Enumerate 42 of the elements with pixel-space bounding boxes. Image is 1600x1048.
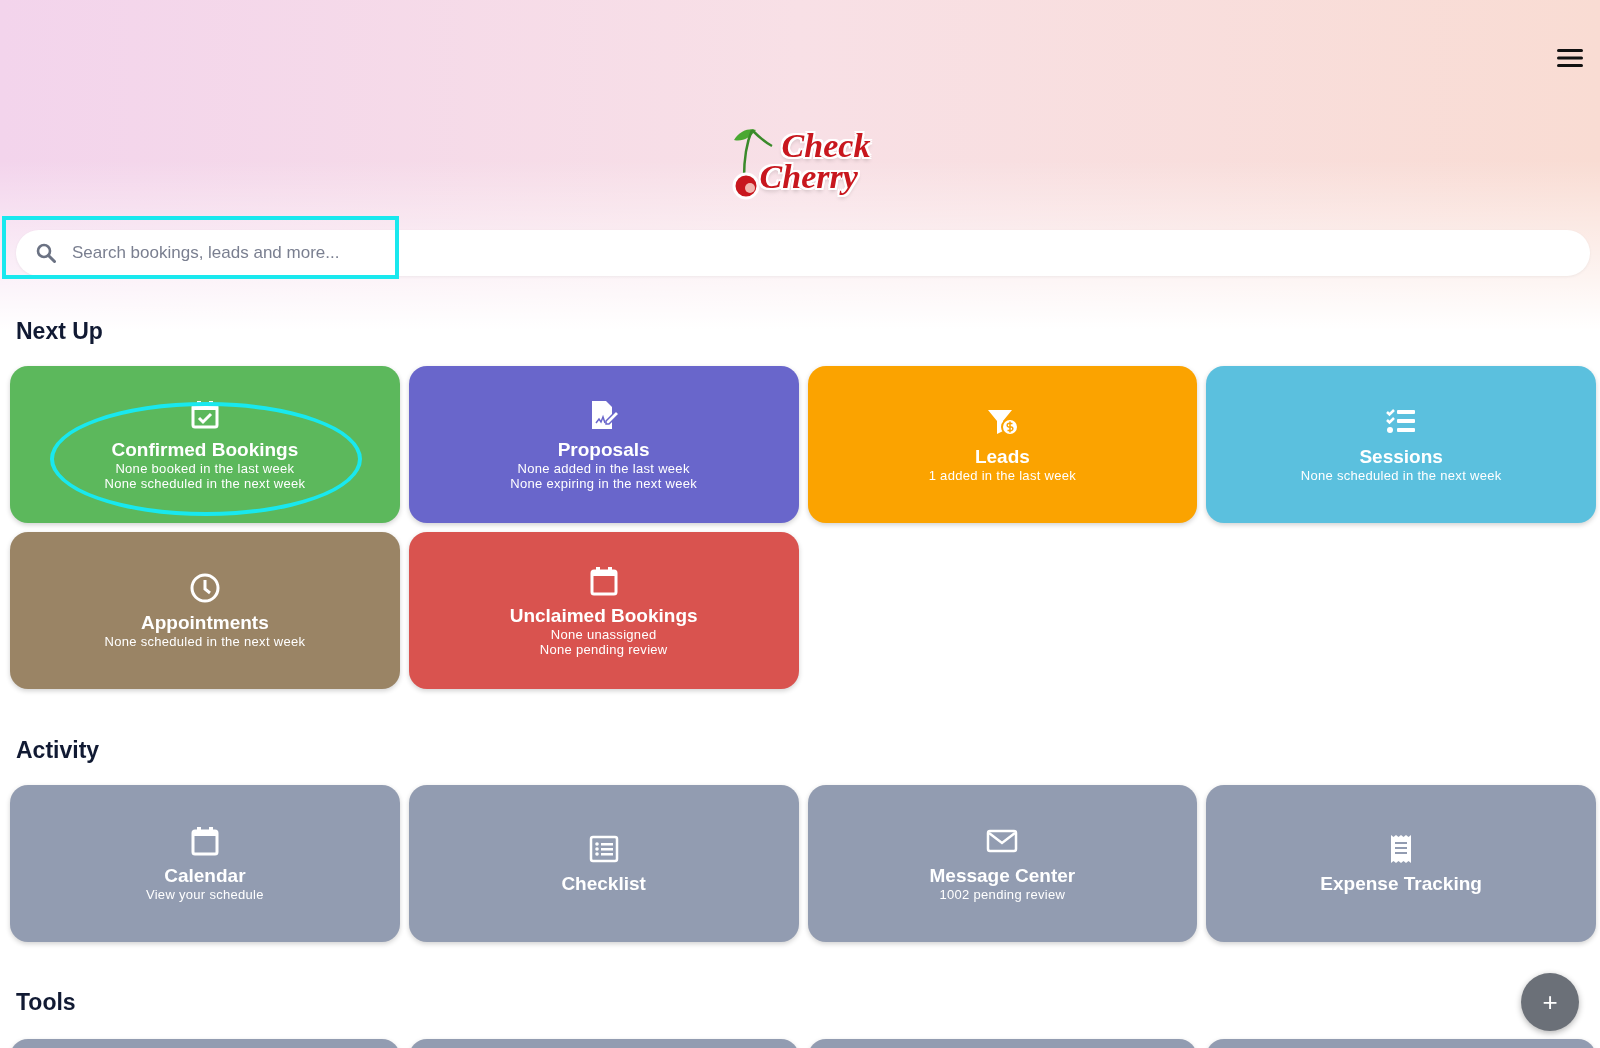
card-subtitle: 1 added in the last week (928, 468, 1077, 483)
card-title: Proposals (557, 438, 650, 461)
card-subtitle: None scheduled in the next week (1300, 468, 1502, 483)
card-title: Leads (974, 446, 1030, 468)
logo-text: Cherry (759, 162, 859, 193)
search-icon (36, 243, 56, 263)
logo-text: Check (781, 131, 871, 162)
card-subtitle: None expiring in the next week (510, 475, 697, 491)
dashboard-card[interactable]: Calendar View your schedule (10, 785, 400, 942)
dashboard-card[interactable]: Confirmed Bookings None booked in the last week None scheduled in the next week (10, 366, 400, 523)
dashboard-card[interactable]: Proposals None added in the last week None expiring in the next week (408, 366, 799, 523)
dashboard-card[interactable]: Unclaimed Bookings None unassigned None pending review (408, 532, 799, 689)
dashboard-card[interactable]: Sessions None scheduled in the next week (1206, 366, 1596, 523)
card-title: Sessions (1359, 446, 1443, 468)
card-subtitle: 1002 pending review (939, 887, 1066, 902)
card-subtitle: None unassigned (550, 626, 657, 642)
card-subtitle: View your schedule (145, 887, 264, 902)
add-button[interactable]: + (1521, 973, 1579, 1031)
card-subtitle: None pending review (539, 641, 668, 657)
card-title: Calendar (164, 865, 246, 887)
card-title: Expense Tracking (1320, 872, 1482, 895)
card-title: Checklist (561, 872, 646, 895)
dashboard-card[interactable]: Checklist (408, 785, 799, 942)
menu-icon[interactable] (1557, 48, 1583, 68)
dashboard-card[interactable]: Leads 1 added in the last week (807, 366, 1198, 523)
section-heading: Tools (15, 989, 76, 1016)
search-input[interactable]: Search bookings, leads and more... (70, 242, 1590, 264)
card-subtitle: None scheduled in the next week (104, 634, 306, 649)
card-subtitle: None scheduled in the next week (104, 475, 306, 491)
card-subtitle: None added in the last week (517, 460, 690, 476)
card-title: Unclaimed Bookings (509, 604, 698, 627)
dashboard-card[interactable]: Expense Tracking (1206, 785, 1596, 942)
card-title: Message Center (929, 865, 1076, 887)
dashboard-card[interactable]: Appointments None scheduled in the next week (10, 532, 400, 689)
card-title: Appointments (141, 612, 269, 634)
dashboard-card[interactable]: Message Center 1002 pending review (807, 785, 1198, 942)
section-heading: Next Up (15, 318, 103, 345)
clock-icon (188, 572, 221, 604)
section-heading: Activity (15, 737, 100, 764)
card-title: Confirmed Bookings (111, 438, 299, 461)
search-field[interactable]: Search bookings, leads and more... (16, 230, 1590, 276)
card-subtitle: None booked in the last week (115, 460, 295, 476)
